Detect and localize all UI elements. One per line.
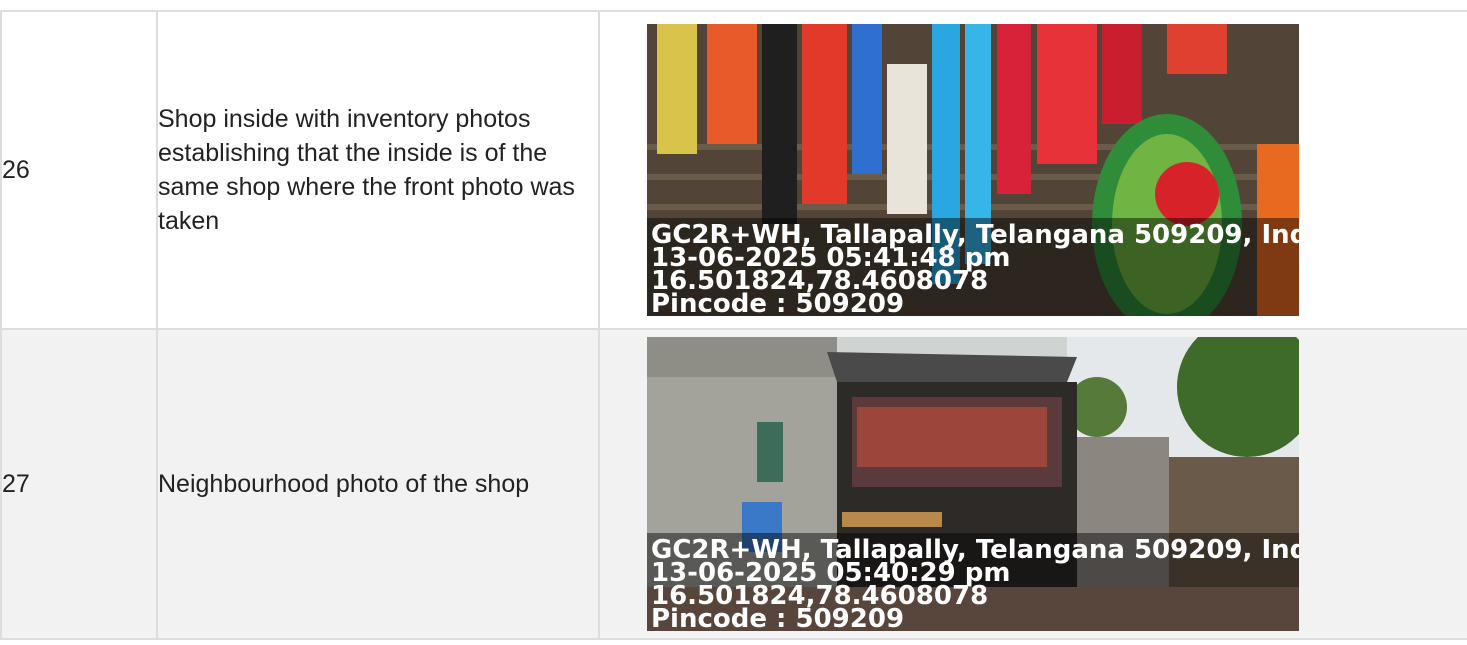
- neighbourhood-photo: GC2R+WH, Tallapally, Telangana 509209, I…: [647, 337, 1299, 631]
- photo-cell: GC2R+WH, Tallapally, Telangana 509209, I…: [598, 10, 1467, 330]
- inventory-photo: GC2R+WH, Tallapally, Telangana 509209, I…: [647, 24, 1299, 316]
- photo-cell: GC2R+WH, Tallapally, Telangana 509209, I…: [598, 328, 1467, 640]
- row-description: Shop inside with inventory photos establ…: [156, 10, 600, 330]
- stamp-pincode: Pincode : 509209: [651, 604, 905, 631]
- document-page: 26 Shop inside with inventory photos est…: [0, 0, 1467, 645]
- geo-stamp: GC2R+WH, Tallapally, Telangana 509209, I…: [647, 533, 1299, 631]
- photo-evidence-table: 26 Shop inside with inventory photos est…: [0, 10, 1467, 640]
- stamp-pincode: Pincode : 509209: [651, 289, 905, 316]
- row-number: 27: [0, 328, 158, 640]
- row-description: Neighbourhood photo of the shop: [156, 328, 600, 640]
- row-number: 26: [0, 10, 158, 330]
- table-row: 27 Neighbourhood photo of the shop GC2R+…: [0, 328, 1467, 640]
- geo-stamp: GC2R+WH, Tallapally, Telangana 509209, I…: [647, 218, 1299, 316]
- table-row: 26 Shop inside with inventory photos est…: [0, 10, 1467, 330]
